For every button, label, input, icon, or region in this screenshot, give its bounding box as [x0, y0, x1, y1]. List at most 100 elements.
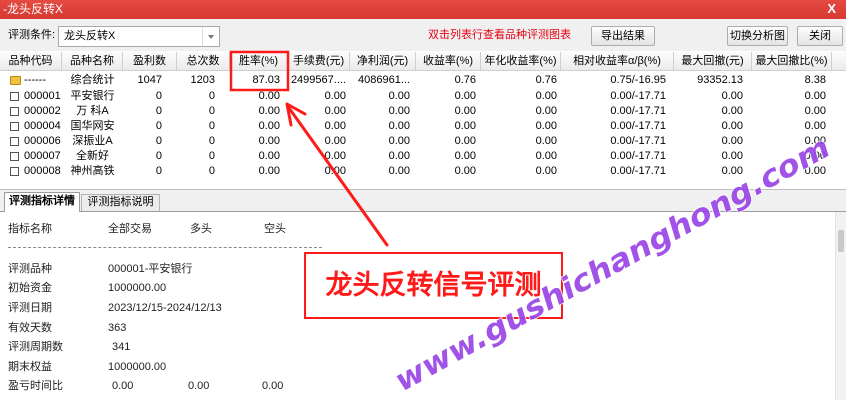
table-cell: 0.00/-17.71: [610, 150, 666, 162]
column-header-filler: [832, 52, 846, 70]
table-cell: 0.00: [388, 90, 410, 102]
title-bar: -龙头反转X X: [0, 0, 846, 19]
table-cell: 0.00/-17.71: [610, 165, 666, 177]
table-cell: 0.00: [324, 135, 346, 147]
detail-label: 初始资金: [8, 282, 52, 294]
column-header[interactable]: 品种代码: [0, 52, 62, 70]
column-header[interactable]: 手续费(元): [288, 52, 350, 70]
detail-value: 0.00: [188, 380, 210, 392]
table-cell: 国华网安: [70, 120, 115, 132]
detail-column-header: 空头: [264, 223, 286, 235]
detail-column-header: 多头: [190, 223, 212, 235]
table-cell: 0.76: [454, 74, 476, 86]
table-cell: 1047: [137, 74, 162, 86]
table-cell: 0: [208, 120, 215, 132]
checkbox-icon[interactable]: [10, 152, 19, 161]
column-header[interactable]: 年化收益率(%): [481, 52, 561, 70]
table-cell: 0.00: [324, 150, 346, 162]
column-header[interactable]: 收益率(%): [416, 52, 481, 70]
window-title: -龙头反转X: [3, 2, 64, 16]
detail-column-header: 全部交易: [108, 223, 152, 235]
table-cell: 000006: [24, 135, 61, 147]
table-cell: 0.00: [454, 165, 476, 177]
column-header[interactable]: 盈利数: [123, 52, 177, 70]
table-cell: 0.00/-17.71: [610, 105, 666, 117]
detail-label: 盈亏时间比: [8, 380, 63, 392]
table-row[interactable]: 000006 深振业A 0 0 0.00 0.00 0.00 0.00 0.00 0.00/-17…: [0, 134, 832, 149]
checkbox-icon[interactable]: [10, 122, 19, 131]
chevron-down-icon[interactable]: [202, 27, 219, 46]
switch-chart-button[interactable]: 切换分析图: [727, 26, 788, 46]
table-cell: 0.00: [804, 135, 826, 147]
table-cell: 000007: [24, 150, 61, 162]
detail-value: 000001-平安银行: [108, 263, 193, 275]
table-cell: 0: [208, 165, 215, 177]
detail-column-header: 指标名称: [8, 223, 52, 235]
table-cell: 000002: [24, 105, 61, 117]
checkbox-icon[interactable]: [10, 107, 19, 116]
table-cell: 0.00: [388, 120, 410, 132]
tab-metric-description[interactable]: 评测指标说明: [81, 194, 160, 211]
hint-text: 双击列表行查看品种评测图表: [428, 29, 571, 41]
table-cell: 2499567....: [290, 74, 346, 86]
checkbox-icon[interactable]: [10, 92, 19, 101]
checkbox-icon[interactable]: [10, 167, 19, 176]
condition-value: 龙头反转X: [64, 30, 116, 42]
table-cell: 0.00: [721, 135, 743, 147]
column-header[interactable]: 品种名称: [62, 52, 123, 70]
table-cell: 0: [208, 135, 215, 147]
condition-dropdown[interactable]: 龙头反转X: [58, 26, 220, 47]
column-header[interactable]: 净利润(元): [350, 52, 416, 70]
export-button[interactable]: 导出结果: [591, 26, 655, 46]
scrollbar-thumb[interactable]: [838, 230, 844, 252]
detail-label: 评测日期: [8, 302, 52, 314]
table-row[interactable]: 000008 神州高铁 0 0 0.00 0.00 0.00 0.00 0.00 0.00/-17…: [0, 164, 832, 179]
table-cell: 0.00: [535, 135, 557, 147]
table-cell: 0.00: [721, 150, 743, 162]
table-cell: 000001: [24, 90, 61, 102]
detail-label: 评测品种: [8, 263, 52, 275]
table-row[interactable]: 000004 国华网安 0 0 0.00 0.00 0.00 0.00 0.00 0.00/-17…: [0, 119, 832, 134]
table-cell: 4086961...: [358, 74, 410, 86]
table-cell: 0.00: [388, 105, 410, 117]
table-cell: 0: [155, 135, 162, 147]
table-cell: 0.00: [454, 105, 476, 117]
table-cell: 0.00: [388, 135, 410, 147]
table-row[interactable]: 000001 平安银行 0 0 0.00 0.00 0.00 0.00 0.00 0.00/-17…: [0, 89, 832, 104]
table-cell: 0.00: [324, 105, 346, 117]
vertical-scrollbar[interactable]: [835, 212, 846, 400]
table-row[interactable]: 000002 万 科A 0 0 0.00 0.00 0.00 0.00 0.00 0.00/-17…: [0, 104, 832, 119]
table-cell: 万 科A: [76, 105, 109, 117]
close-window-icon[interactable]: X: [827, 2, 836, 16]
table-cell: 0: [208, 105, 215, 117]
table-cell: 0.00: [258, 105, 280, 117]
column-header[interactable]: 相对收益率α/β(%): [561, 52, 674, 70]
table-cell: ------: [24, 74, 46, 86]
table-cell: 000004: [24, 120, 61, 132]
detail-value: 363: [108, 322, 127, 334]
tab-metric-details[interactable]: 评测指标详情: [4, 192, 80, 212]
dashed-divider: [8, 247, 322, 248]
table-cell: 0.00: [454, 150, 476, 162]
toolbar: 评测条件: 龙头反转X 双击列表行查看品种评测图表 导出结果 切换分析图 关闭: [0, 19, 846, 51]
checkbox-icon[interactable]: [10, 137, 19, 146]
table-cell: 0.00/-17.71: [610, 90, 666, 102]
detail-value: 1000000.00: [108, 282, 167, 294]
column-header[interactable]: 最大回撤(元): [674, 52, 752, 70]
table-cell: 0: [155, 150, 162, 162]
table-cell: 0.00: [535, 90, 557, 102]
table-cell: 1203: [190, 74, 215, 86]
table-cell: 93352.13: [697, 74, 743, 86]
close-button[interactable]: 关闭: [797, 26, 843, 46]
table-row[interactable]: 000007 全新好 0 0 0.00 0.00 0.00 0.00 0.00 0.00/-17.…: [0, 149, 832, 164]
column-header[interactable]: 总次数: [177, 52, 230, 70]
table-cell: 0.00: [721, 105, 743, 117]
table-cell: 0.00: [721, 120, 743, 132]
table-cell: 0.00: [388, 165, 410, 177]
column-header[interactable]: 最大回撤比(%): [752, 52, 832, 70]
column-header[interactable]: 胜率(%): [230, 52, 288, 70]
table-cell: 0.00: [258, 165, 280, 177]
table-row[interactable]: ------ 综合统计 1047 1203 87.03 2499567.... 408696…: [0, 72, 832, 89]
table-cell: 0.00: [535, 165, 557, 177]
table-cell: 8.38: [804, 74, 826, 86]
